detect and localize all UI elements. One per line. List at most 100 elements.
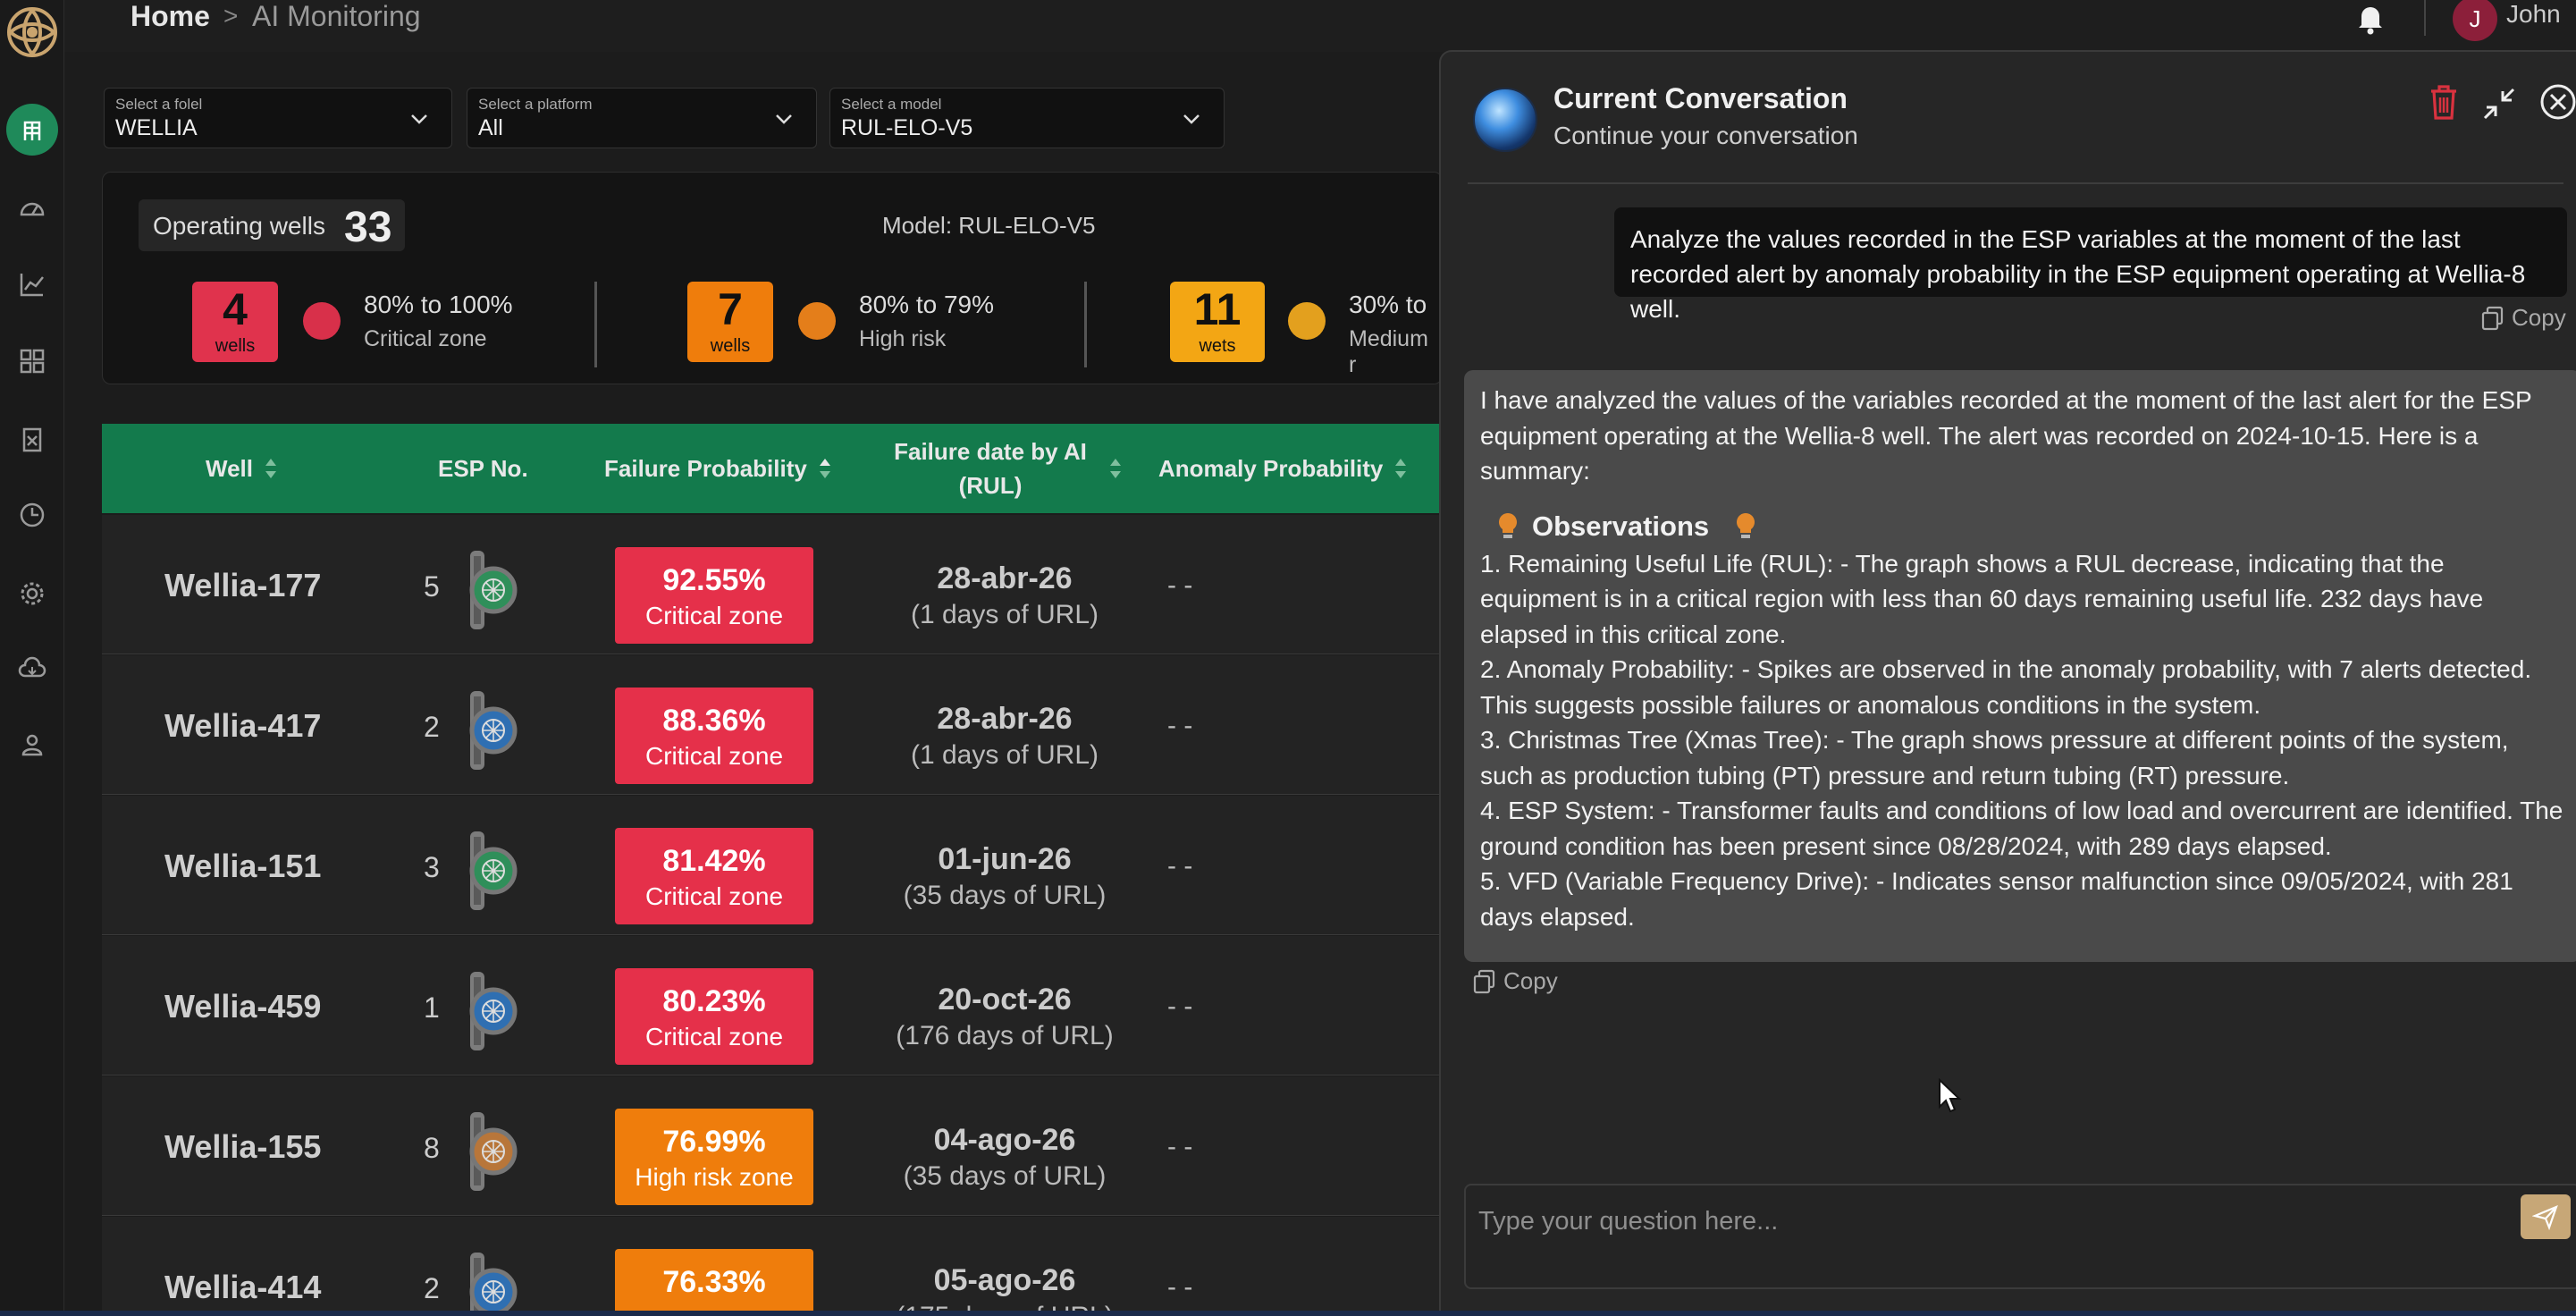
sidebar-item-wells[interactable] [6, 104, 58, 156]
column-header-label: Well [206, 454, 253, 482]
breadcrumb-home[interactable]: Home [130, 0, 210, 32]
table-row[interactable]: Wellia-414 2 76.33% 05-ago-26(175 days of U… [102, 1217, 1443, 1316]
high-risk-count-badge[interactable]: 7 wells [687, 282, 773, 362]
column-header-label: Failure date by AI (RUL) [894, 438, 1087, 499]
esp-pump-icon [469, 1112, 518, 1191]
table-row[interactable]: Wellia-155 8 76.99% High risk zone 04-ago-26… [102, 1076, 1443, 1216]
platform-select-label: Select a platform [478, 96, 593, 113]
chat-input-box [1464, 1184, 2576, 1289]
sidebar [0, 0, 64, 1316]
field-select-value: WELLIA [115, 115, 198, 140]
table-row[interactable]: Wellia-417 2 88.36% Critical zone 28-abr-26 (… [102, 655, 1443, 795]
failure-date-days: (1 days of URL) [910, 600, 1099, 629]
table-row[interactable]: Wellia-177 5 92.55% Critical zone 28-abr-26 (… [102, 515, 1443, 654]
anomaly-probability: - - [1167, 1272, 1193, 1302]
esp-number: 5 [424, 570, 440, 603]
copy-label: Copy [2512, 304, 2566, 331]
failure-probability-box[interactable]: 81.42% Critical zone [615, 828, 813, 924]
column-header-label: ESP No. [438, 454, 528, 482]
failure-probability-box[interactable]: 76.33% [615, 1249, 813, 1316]
trash-icon[interactable] [2426, 82, 2462, 122]
chevron-down-icon [1183, 114, 1200, 124]
close-icon[interactable] [2538, 82, 2576, 122]
critical-count-badge[interactable]: 4 wells [192, 282, 278, 362]
sidebar-item-users[interactable] [13, 726, 52, 765]
critical-dot [303, 302, 341, 340]
observation-item: 3. Christmas Tree (Xmas Tree): - The gra… [1480, 726, 2509, 789]
send-button[interactable] [2521, 1194, 2571, 1239]
high-risk-dot [798, 302, 836, 340]
user-name[interactable]: John [2506, 0, 2561, 29]
chat-subtitle: Continue your conversation [1553, 122, 1858, 149]
lightbulb-icon [1737, 512, 1755, 538]
sidebar-item-cloud[interactable] [13, 649, 52, 688]
anomaly-probability: - - [1167, 1132, 1193, 1161]
copy-assistant-message-button[interactable]: Copy [1473, 967, 1558, 995]
well-name[interactable]: Wellia-414 [164, 1269, 321, 1306]
operating-wells-count: 33 [344, 204, 392, 251]
high-risk-count: 7 [718, 284, 743, 334]
assistant-message: I have analyzed the values of the variab… [1464, 370, 2576, 962]
copy-icon [2481, 306, 2504, 330]
dashboard-gauge-icon [20, 202, 45, 216]
bell-icon[interactable] [2353, 0, 2388, 36]
field-select[interactable]: Select a folel WELLIA [104, 88, 452, 148]
field-select-label: Select a folel [115, 96, 203, 113]
well-name[interactable]: Wellia-417 [164, 707, 321, 745]
critical-range: 80% to 100% [364, 291, 513, 318]
logo-icon[interactable] [5, 5, 59, 59]
failure-date-value: 28-abr-26 [937, 561, 1073, 595]
table-row[interactable]: Wellia-151 3 81.42% Critical zone 01-jun-26 (… [102, 796, 1443, 935]
column-header-esp[interactable]: ESP No. [438, 424, 528, 513]
sidebar-item-history[interactable] [13, 495, 52, 535]
chat-input[interactable] [1478, 1200, 2506, 1243]
chat-title: Current Conversation [1553, 82, 1848, 114]
esp-pump-icon [469, 972, 518, 1050]
well-name[interactable]: Wellia-155 [164, 1128, 321, 1166]
column-header-failure-prob[interactable]: Failure Probability [604, 424, 832, 513]
topbar-divider [2424, 0, 2426, 36]
user-admin-icon [21, 734, 43, 756]
user-avatar[interactable]: J [2453, 0, 2497, 41]
high-risk-zone-name: High risk [859, 326, 947, 351]
sort-icon [265, 459, 276, 478]
well-name[interactable]: Wellia-151 [164, 848, 321, 885]
sidebar-item-grid[interactable] [13, 342, 52, 381]
sort-icon [1395, 459, 1407, 478]
model-label: Model: RUL-ELO-V5 [882, 212, 1096, 239]
failure-probability-zone: Critical zone [644, 742, 784, 770]
column-header-failure-date[interactable]: Failure date by AI (RUL) [883, 424, 1151, 513]
esp-number: 2 [424, 1272, 440, 1304]
send-icon [2532, 1205, 2558, 1230]
well-name[interactable]: Wellia-459 [164, 988, 321, 1025]
collapse-icon[interactable] [2479, 84, 2519, 123]
failure-probability-value: 80.23% [662, 984, 766, 1018]
medium-count-badge[interactable]: 11 wets [1170, 282, 1265, 362]
model-select[interactable]: Select a model RUL-ELO-V5 [829, 88, 1225, 148]
failure-date: 01-jun-26 (35 days of URL) [871, 842, 1139, 911]
sidebar-item-reports[interactable] [13, 420, 52, 460]
well-name[interactable]: Wellia-177 [164, 567, 321, 604]
failure-probability-box[interactable]: 76.99% High risk zone [615, 1109, 813, 1205]
failure-probability-value: 92.55% [662, 563, 766, 597]
column-header-anomaly[interactable]: Anomaly Probability [1158, 424, 1408, 513]
failure-probability-box[interactable]: 92.55% Critical zone [615, 547, 813, 644]
column-header-label: Anomaly Probability [1158, 454, 1384, 482]
sidebar-item-settings[interactable] [13, 574, 52, 613]
platform-select[interactable]: Select a platform All [467, 88, 817, 148]
column-header-well[interactable]: Well [206, 424, 278, 513]
copy-user-message-button[interactable]: Copy [2481, 304, 2566, 332]
model-select-value: RUL-ELO-V5 [841, 115, 973, 140]
table-row[interactable]: Wellia-459 1 80.23% Critical zone 20-oct-26 (… [102, 936, 1443, 1076]
failure-probability-box[interactable]: 80.23% Critical zone [615, 968, 813, 1065]
failure-date-value: 28-abr-26 [937, 702, 1073, 736]
high-risk-range: 80% to 79% [859, 291, 994, 318]
breadcrumb-current: AI Monitoring [252, 0, 421, 32]
failure-probability-box[interactable]: 88.36% Critical zone [615, 688, 813, 784]
sidebar-item-trends[interactable] [13, 265, 52, 304]
esp-pump-icon [469, 1253, 518, 1316]
failure-date-value: 20-oct-26 [938, 983, 1072, 1017]
esp-number: 8 [424, 1132, 440, 1164]
bottom-edge [0, 1311, 2576, 1316]
sidebar-item-dashboard[interactable] [13, 188, 52, 227]
